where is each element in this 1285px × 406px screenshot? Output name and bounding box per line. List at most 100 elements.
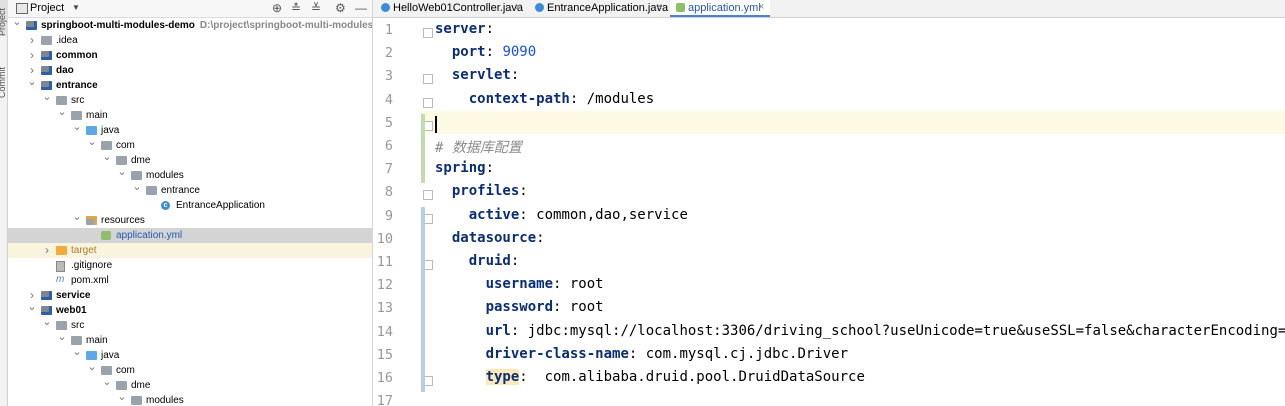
tree-row[interactable]: ⌄ springboot-multi-modules-demo D:\project… — [8, 15, 372, 33]
code-content[interactable]: server: port: 9090 servlet: context-path… — [435, 18, 1285, 406]
editor-tab[interactable]: HelloWeb01Controller.java × — [375, 0, 527, 17]
tree-row[interactable]: ⌄ entrance — [8, 75, 372, 93]
tree-row[interactable]: ⌄ com — [8, 135, 372, 153]
chevron-down-icon[interactable]: ⌄ — [42, 90, 52, 103]
fold-marker-icon[interactable] — [423, 28, 433, 38]
chevron-down-icon[interactable]: ⌄ — [117, 165, 127, 178]
chevron-down-icon[interactable]: ⌄ — [117, 390, 127, 403]
code-line[interactable]: type: com.alibaba.druid.pool.DruidDataSo… — [435, 369, 865, 392]
code-line[interactable]: druid: — [435, 253, 520, 276]
chevron-down-icon[interactable]: ⌄ — [87, 135, 97, 148]
tree-row[interactable]: ⌄ com — [8, 360, 372, 378]
tree-row[interactable]: ⌄ entrance — [8, 180, 372, 198]
tree-item-label: EntranceApplication — [176, 200, 265, 211]
yaml-key: password — [485, 299, 554, 316]
excluded-folder-icon — [56, 246, 67, 255]
chevron-right-icon[interactable]: › — [27, 48, 37, 62]
tree-row[interactable]: application.yml — [8, 228, 372, 243]
line-number-gutter: 1 2 3 4 5 6 7 8 9 10 11 12 13 14 15 16 17 — [373, 18, 421, 406]
chevron-down-icon[interactable]: ⌄ — [57, 105, 67, 118]
tree-row[interactable]: › service — [8, 288, 372, 303]
tree-row[interactable]: ⌄ java — [8, 120, 372, 138]
chevron-down-icon[interactable]: ⌄ — [102, 150, 112, 163]
chevron-right-icon[interactable]: › — [27, 33, 37, 47]
code-line[interactable]: spring: — [435, 160, 494, 183]
tree-row[interactable]: c EntranceApplication — [8, 198, 372, 213]
line-number: 3 — [384, 68, 393, 85]
yaml-key: driver-class-name — [485, 345, 629, 362]
code-line[interactable]: servlet: — [435, 67, 519, 90]
tree-row[interactable]: › dao — [8, 63, 372, 78]
chevron-down-icon[interactable]: ⌄ — [72, 120, 82, 133]
tree-row[interactable]: › common — [8, 48, 372, 63]
close-icon[interactable]: × — [515, 1, 521, 13]
tree-row[interactable]: ⌄ java — [8, 345, 372, 363]
yaml-key: servlet — [451, 67, 511, 84]
folder-icon — [71, 336, 82, 345]
close-icon[interactable]: × — [656, 1, 662, 13]
code-line[interactable]: datasource: — [435, 230, 545, 253]
tree-row[interactable]: ⌄ main — [8, 330, 372, 348]
code-token: : — [510, 253, 520, 269]
chevron-down-icon[interactable]: ⌄ — [42, 315, 52, 328]
tree-row[interactable]: ⌄ modules — [8, 390, 372, 406]
editor-tab[interactable]: EntranceApplication.java × — [529, 0, 668, 17]
tree-row[interactable]: › .idea — [8, 33, 372, 48]
code-line[interactable]: driver-class-name: com.mysql.cj.jdbc.Dri… — [435, 346, 848, 369]
fold-marker-icon[interactable] — [423, 190, 433, 201]
collapse-all-icon[interactable]: ≚ — [311, 1, 321, 15]
tree-row[interactable]: ⌄ web01 — [8, 300, 372, 318]
tree-row[interactable]: .gitignore — [8, 258, 372, 273]
tree-row[interactable]: ⌄ dme — [8, 375, 372, 393]
code-token: : common,dao,service — [519, 206, 688, 223]
line-number: 11 — [376, 254, 393, 270]
chevron-down-icon[interactable]: ⌄ — [132, 180, 142, 193]
tree-row[interactable]: ⌄ main — [8, 105, 372, 123]
expand-all-icon[interactable]: ≛ — [291, 1, 301, 15]
code-line[interactable]: profiles: — [435, 183, 528, 206]
chevron-right-icon[interactable]: › — [42, 243, 52, 257]
code-line[interactable]: password: root — [435, 299, 604, 322]
tree-item-label: pom.xml — [71, 275, 109, 286]
yaml-key: url — [485, 322, 511, 339]
tree-row[interactable]: ⌄ dme — [8, 150, 372, 168]
gear-icon[interactable]: ⚙ — [335, 1, 346, 15]
code-line[interactable]: server: — [435, 21, 494, 44]
tree-row[interactable]: ⌄ resources — [8, 210, 372, 228]
fold-marker-icon[interactable] — [423, 74, 433, 85]
close-icon[interactable]: × — [758, 1, 764, 13]
yaml-key: active — [468, 206, 520, 223]
project-panel-title[interactable]: Project — [30, 2, 64, 14]
code-line[interactable]: url: jdbc:mysql://localhost:3306/driving… — [435, 323, 1285, 346]
tree-row[interactable]: › target — [8, 243, 372, 258]
chevron-down-icon[interactable]: ⌄ — [57, 330, 67, 343]
chevron-down-icon[interactable]: ▼ — [72, 3, 80, 12]
code-token: : root — [553, 299, 604, 316]
code-token: : — [536, 229, 545, 246]
code-line[interactable]: context-path: /modules — [435, 91, 654, 114]
editor-tab[interactable]: application.yml × — [670, 0, 770, 17]
fold-marker-icon[interactable] — [423, 97, 433, 108]
chevron-down-icon[interactable]: ⌄ — [102, 375, 112, 388]
chevron-down-icon[interactable]: ⌄ — [72, 345, 82, 358]
code-line[interactable]: # 数据库配置 — [435, 137, 522, 160]
code-line[interactable]: port: 9090 — [435, 44, 536, 67]
code-line[interactable]: username: root — [435, 276, 604, 299]
yaml-key: port — [451, 44, 486, 61]
yaml-key: profiles — [451, 183, 520, 200]
minimize-icon[interactable]: — — [355, 1, 367, 15]
chevron-down-icon[interactable]: ⌄ — [87, 360, 97, 373]
chevron-down-icon[interactable]: ⌄ — [72, 210, 82, 223]
tree-row[interactable]: m pom.xml — [8, 273, 372, 288]
chevron-down-icon[interactable]: ⌄ — [12, 15, 22, 28]
tree-row[interactable]: ⌄ modules — [8, 165, 372, 183]
chevron-down-icon[interactable]: ⌄ — [27, 75, 37, 88]
code-line[interactable]: active: common,dao,service — [435, 207, 688, 230]
change-marker[interactable] — [421, 206, 425, 393]
change-marker[interactable] — [421, 113, 425, 184]
line-number: 7 — [384, 161, 393, 178]
locate-icon[interactable]: ⊕ — [272, 1, 282, 15]
package-icon — [116, 156, 127, 165]
chevron-down-icon[interactable]: ⌄ — [27, 300, 37, 313]
